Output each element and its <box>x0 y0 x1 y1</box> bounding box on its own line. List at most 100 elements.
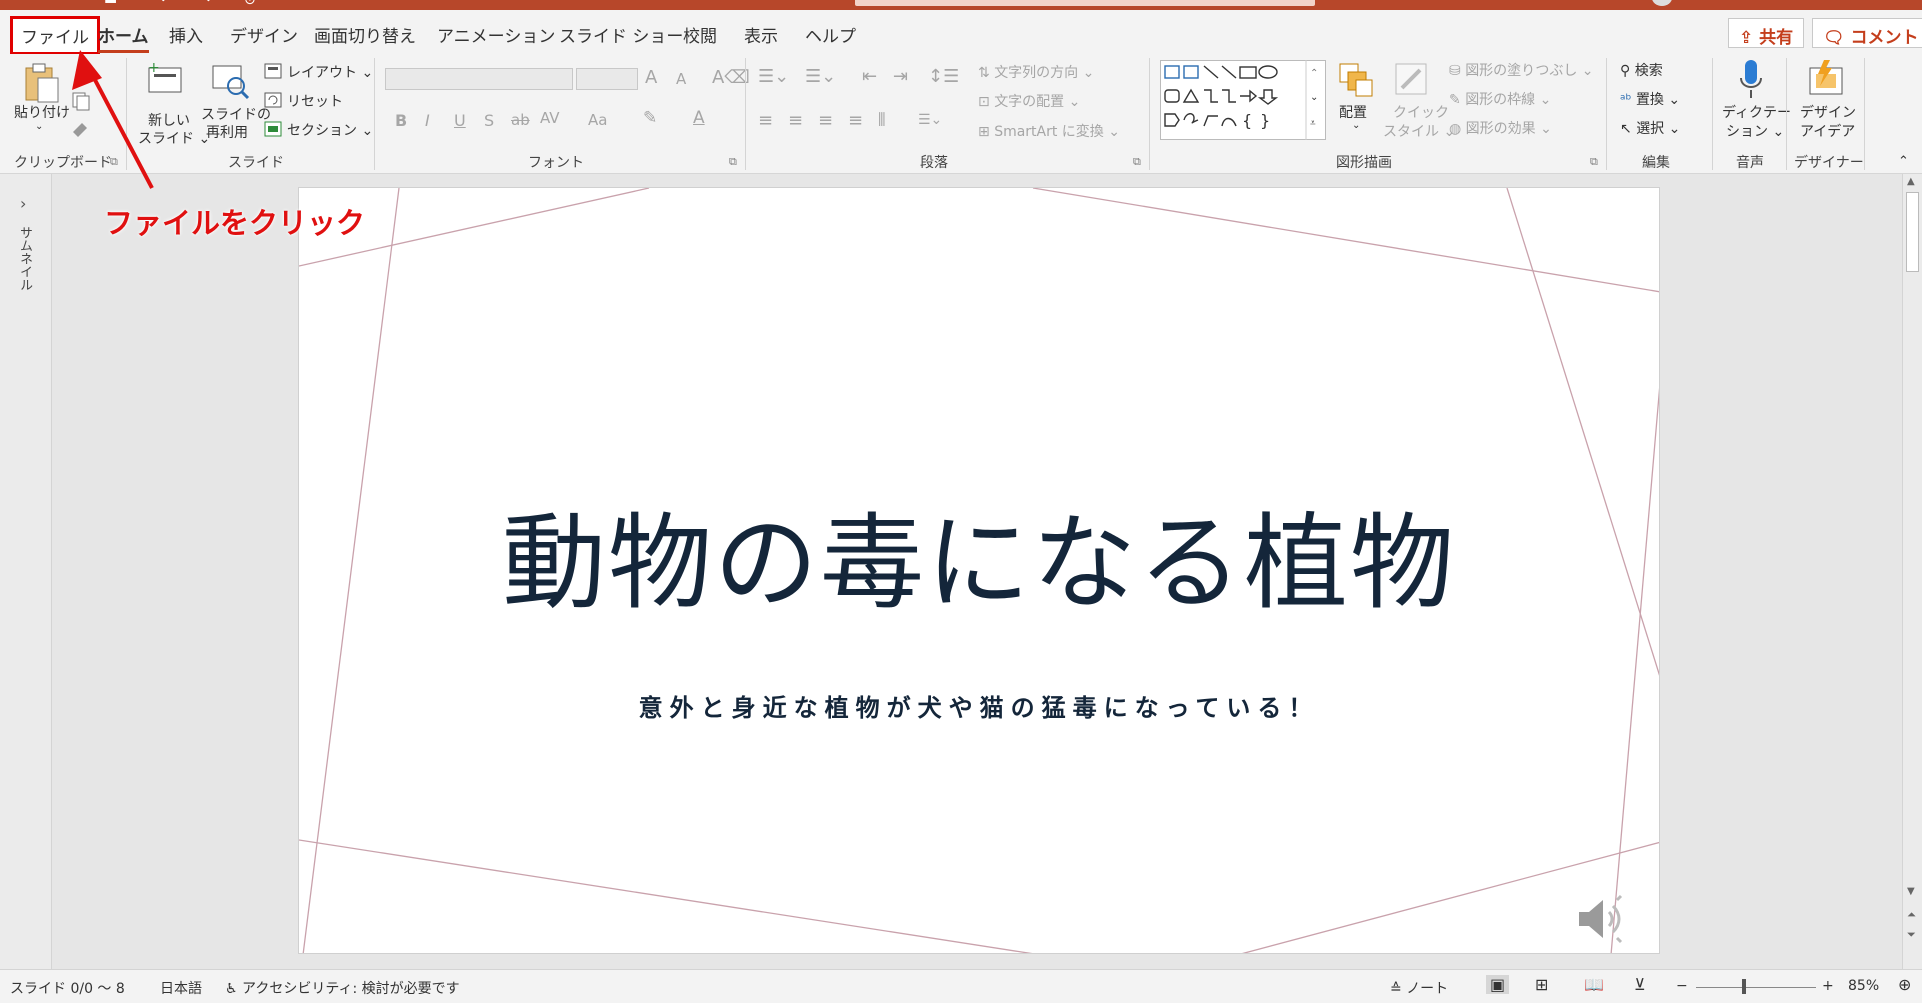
underline-button[interactable]: U <box>454 111 466 130</box>
tab-help[interactable]: ヘルプ <box>805 22 856 47</box>
shape-fill-label[interactable]: 図形の塗りつぶし ⌄ <box>1465 63 1593 79</box>
tab-insert[interactable]: 挿入 <box>169 22 203 47</box>
next-slide-icon[interactable]: ⏷ <box>1907 928 1916 942</box>
tab-review[interactable]: 校閲 <box>683 22 717 47</box>
tab-design[interactable]: デザイン <box>230 22 298 47</box>
scroll-up-icon[interactable]: ▲ <box>1907 176 1915 187</box>
slideshow-view-icon[interactable]: ⊻ <box>1634 975 1646 994</box>
slide-subtitle[interactable]: 意外と身近な植物が犬や猫の猛毒になっている！ <box>299 688 1659 723</box>
select-label[interactable]: 選択 ⌄ <box>1636 121 1680 137</box>
reuse-slides-icon[interactable] <box>210 60 250 100</box>
expand-thumbnails-icon[interactable]: › <box>20 194 26 213</box>
share-button[interactable]: ⇪ 共有 <box>1728 18 1805 48</box>
new-slide-label-1[interactable]: 新しい <box>148 110 190 130</box>
thumbnail-pane[interactable]: › サムネイル <box>0 174 52 969</box>
paragraph-expand-icon[interactable]: ⧉ <box>1133 155 1141 169</box>
italic-button[interactable]: I <box>425 111 430 130</box>
previous-slide-icon[interactable]: ⏶ <box>1907 908 1916 922</box>
shape-effects-label[interactable]: 図形の効果 ⌄ <box>1466 121 1552 137</box>
tab-animations[interactable]: アニメーション <box>437 22 555 47</box>
design-ideas-label-2[interactable]: アイデア <box>1800 121 1855 141</box>
redo-icon[interactable]: ↷ <box>200 0 212 8</box>
quick-styles-label-2[interactable]: スタイル ⌄ <box>1383 121 1455 141</box>
align-left-icon[interactable]: ≡ <box>758 110 773 131</box>
zoom-out-icon[interactable]: − <box>1676 978 1688 994</box>
zoom-in-icon[interactable]: + <box>1822 978 1834 994</box>
drawing-expand-icon[interactable]: ⧉ <box>1590 155 1598 169</box>
text-direction-small-icon[interactable]: ☰⌄ <box>918 112 942 128</box>
section-button[interactable]: セクション ⌄ <box>287 120 373 140</box>
highlight-color-icon[interactable]: ✎ <box>643 108 657 128</box>
search-box[interactable] <box>855 0 1315 6</box>
avatar[interactable] <box>1652 0 1672 6</box>
new-slide-label-2[interactable]: スライド ⌄ <box>138 128 210 148</box>
justify-icon[interactable]: ≡ <box>848 110 863 131</box>
microphone-icon[interactable] <box>1736 58 1766 102</box>
accessibility-label[interactable]: アクセシビリティ: 検討が必要です <box>242 981 460 997</box>
zoom-slider-thumb[interactable] <box>1742 979 1746 994</box>
save-icon[interactable]: ▬ <box>104 0 117 8</box>
shape-outline-label[interactable]: 図形の枠線 ⌄ <box>1465 92 1551 108</box>
bold-button[interactable]: B <box>395 111 407 130</box>
slide-canvas[interactable]: 動物の毒になる植物 意外と身近な植物が犬や猫の猛毒になっている！ <box>298 187 1660 954</box>
tab-file[interactable]: ファイル <box>10 16 100 55</box>
find-label[interactable]: 検索 <box>1635 63 1663 79</box>
comment-button[interactable]: 🗨 コメント <box>1812 18 1922 48</box>
shapes-gallery[interactable]: { } ⌃ ⌄ ⩡ <box>1160 60 1326 140</box>
arrange-button[interactable]: 配置 <box>1339 102 1367 122</box>
design-ideas-icon[interactable] <box>1806 58 1846 100</box>
shadow-button[interactable]: S <box>484 111 494 130</box>
new-slide-icon[interactable]: + <box>146 60 184 96</box>
smartart-label[interactable]: SmartArt に変換 ⌄ <box>994 124 1120 140</box>
zoom-slider[interactable] <box>1696 987 1816 988</box>
language-indicator[interactable]: 日本語 <box>160 978 202 998</box>
grow-font-button[interactable]: A <box>645 67 657 88</box>
line-spacing-icon[interactable]: ↕☰ <box>928 66 959 87</box>
tab-slideshow[interactable]: スライド ショー <box>559 22 683 47</box>
font-color-icon[interactable]: A <box>693 108 705 128</box>
columns-icon[interactable]: ⫴ <box>878 110 886 131</box>
copy-icon[interactable] <box>70 90 92 112</box>
replace-dropdown-icon[interactable]: ⌄ <box>1664 92 1680 108</box>
dictate-label-2[interactable]: ション ⌄ <box>1726 121 1784 141</box>
quick-styles-label-1[interactable]: クイック <box>1393 102 1449 122</box>
slide-sorter-icon[interactable]: ⊞ <box>1535 975 1548 994</box>
collapse-ribbon-icon[interactable]: ⌃ <box>1898 154 1909 169</box>
text-direction-label[interactable]: 文字列の方向 ⌄ <box>994 65 1094 81</box>
font-size-select[interactable] <box>576 68 638 90</box>
audio-speaker-icon[interactable] <box>1575 892 1633 946</box>
scroll-thumb[interactable] <box>1906 192 1919 272</box>
arrange-dropdown-icon[interactable]: ⌄ <box>1352 120 1360 131</box>
normal-view-icon[interactable]: ▣ <box>1486 975 1510 994</box>
paste-button[interactable]: 貼り付け <box>14 102 70 122</box>
reuse-slides-label-2[interactable]: 再利用 <box>206 122 248 142</box>
align-center-icon[interactable]: ≡ <box>788 110 803 131</box>
font-name-select[interactable] <box>385 68 573 90</box>
quick-styles-icon[interactable] <box>1392 60 1432 100</box>
tab-home[interactable]: ホーム <box>98 22 149 53</box>
layout-button[interactable]: レイアウト ⌄ <box>287 62 373 82</box>
design-ideas-label-1[interactable]: デザイン <box>1800 102 1856 122</box>
start-from-beginning-icon[interactable]: ⊙ <box>244 0 256 8</box>
tab-view[interactable]: 表示 <box>744 22 778 47</box>
undo-icon[interactable]: ↶ <box>160 0 172 8</box>
change-case-button[interactable]: Aa <box>588 111 607 129</box>
zoom-level[interactable]: 85% <box>1848 978 1879 994</box>
vertical-scrollbar[interactable]: ▲ ▼ ⏶ ⏷ <box>1902 174 1922 969</box>
strikethrough-button[interactable]: ab <box>511 111 530 129</box>
reset-button[interactable]: リセット <box>287 91 343 111</box>
tab-transitions[interactable]: 画面切り替え <box>314 22 416 47</box>
bullets-icon[interactable]: ☰⌄ <box>758 66 789 87</box>
scroll-down-icon[interactable]: ▼ <box>1907 886 1915 897</box>
character-spacing-button[interactable]: AV <box>540 109 560 127</box>
clipboard-expand-icon[interactable]: ⧉ <box>110 155 118 169</box>
arrange-icon[interactable] <box>1338 62 1374 98</box>
notes-label[interactable]: ノート <box>1406 981 1448 997</box>
align-text-label[interactable]: 文字の配置 ⌄ <box>994 94 1080 110</box>
slide-title[interactable]: 動物の毒になる植物 <box>299 478 1659 629</box>
shrink-font-button[interactable]: A <box>676 70 686 88</box>
paste-dropdown-icon[interactable]: ⌄ <box>35 121 43 132</box>
font-expand-icon[interactable]: ⧉ <box>729 155 737 169</box>
format-painter-icon[interactable] <box>70 118 92 140</box>
reading-view-icon[interactable]: 📖 <box>1584 975 1604 994</box>
